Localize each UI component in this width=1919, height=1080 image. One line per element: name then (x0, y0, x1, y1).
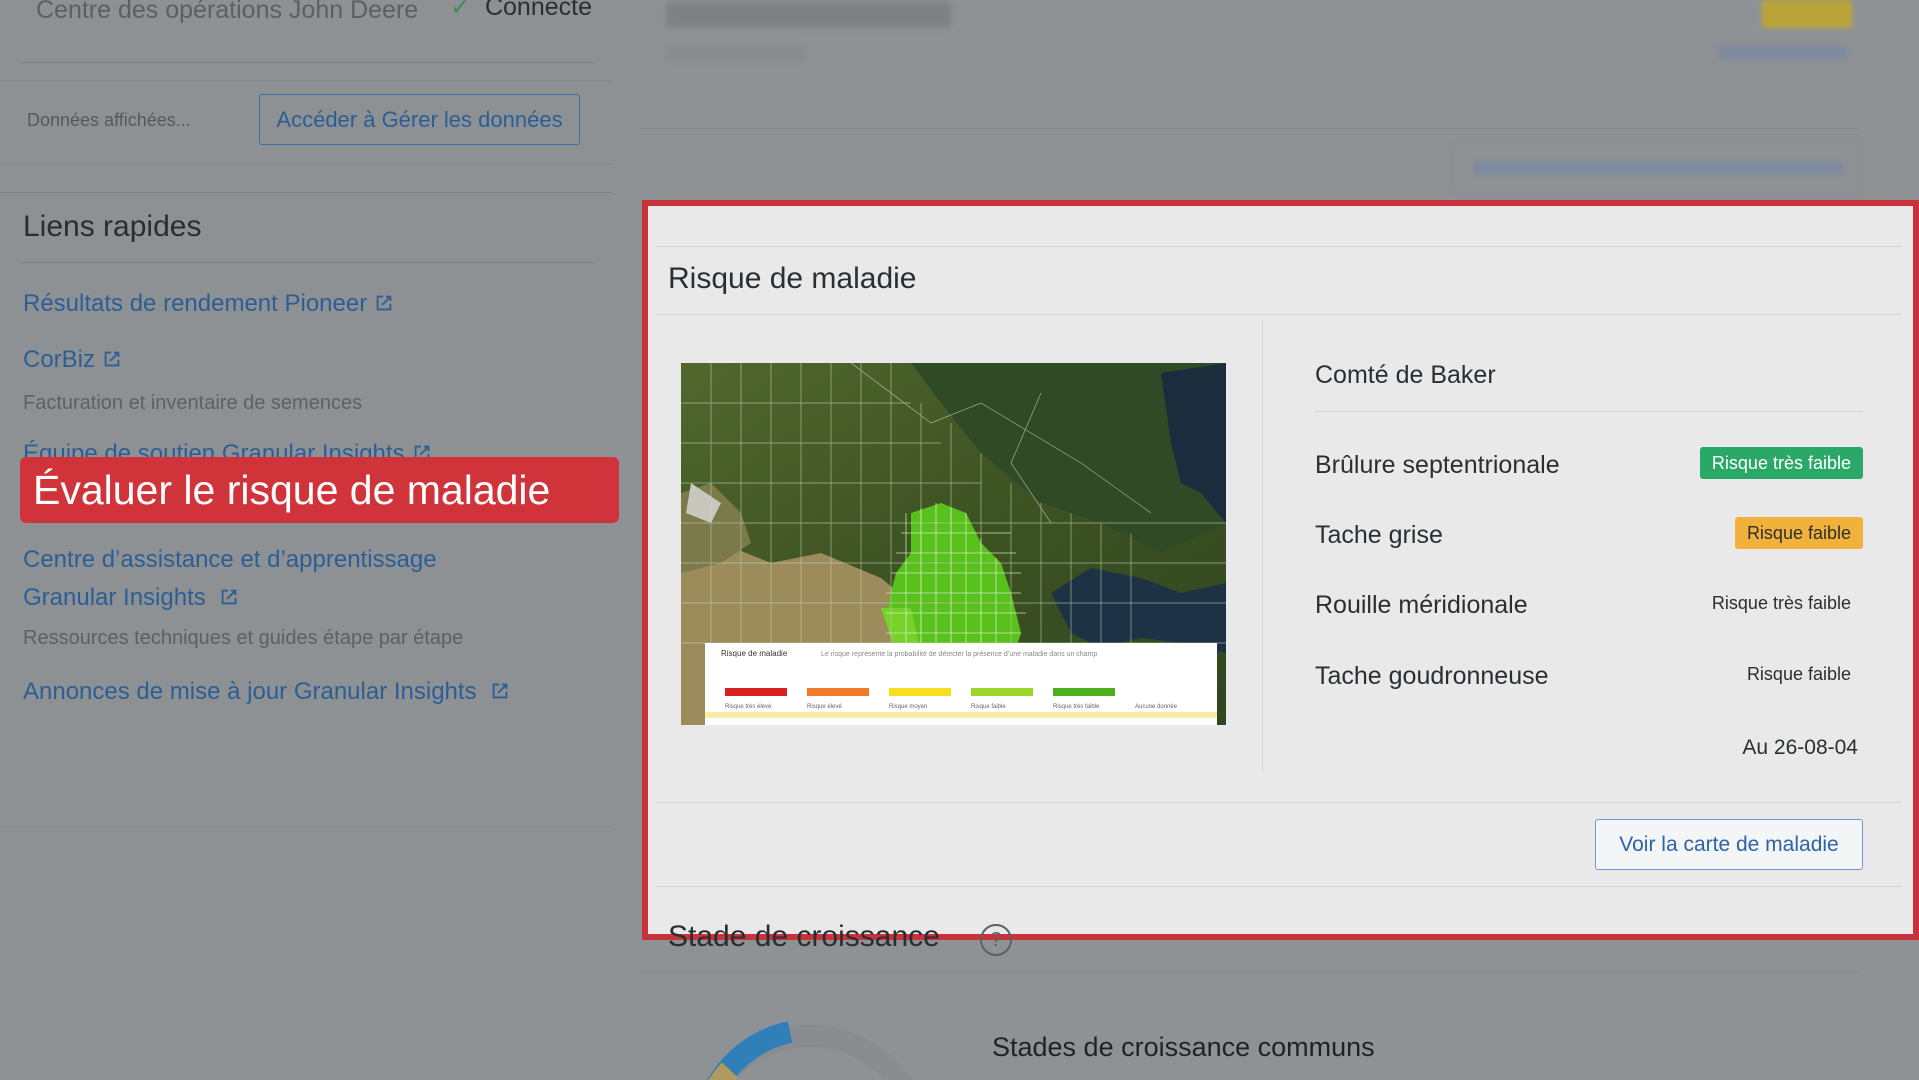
left-panel: Centre des opérations John Deere ✓ Connec… (0, 0, 612, 1080)
divider (0, 163, 612, 164)
map-legend-note: Le risque représente la probabilité de d… (821, 651, 1097, 658)
quick-link-corbiz[interactable]: CorBiz (23, 346, 123, 374)
growth-donut-chart (707, 1021, 912, 1080)
divider (1315, 411, 1863, 412)
legend-label: Aucune donnée (1135, 704, 1178, 710)
legend-swatch-high (807, 688, 869, 696)
quick-link-label: Résultats de rendement Pioneer (23, 290, 368, 317)
external-link-icon (414, 445, 429, 457)
as-of-date: Au 26-08-04 (1742, 736, 1858, 759)
risk-row: Tache grise Risque faible (1315, 517, 1863, 551)
manage-data-button[interactable]: Accéder à Gérer les données (259, 94, 580, 145)
help-icon[interactable]: ? (980, 924, 1012, 956)
divider (0, 826, 612, 827)
quick-links-title: Liens rapides (23, 210, 202, 243)
divider (20, 62, 595, 63)
connection-status: ✓ Connecté (450, 0, 592, 22)
legend-label: Risque très élevé (725, 704, 772, 710)
blurred-badge (1762, 0, 1852, 28)
quick-link-pioneer[interactable]: Résultats de rendement Pioneer (23, 290, 395, 318)
ops-center-label: Centre des opérations John Deere (36, 0, 419, 24)
divider (656, 246, 1901, 247)
map-legend-title: Risque de maladie (721, 649, 788, 658)
quick-link-label: Équipe de soutien Granular Insights (23, 440, 405, 457)
disease-name: Tache goudronneuse (1315, 662, 1549, 690)
divider (1262, 320, 1263, 770)
callout-label: Évaluer le risque de maladie (20, 457, 619, 523)
risk-row: Brûlure septentrionale Risque très faibl… (1315, 447, 1863, 481)
county-name: Comté de Baker (1315, 361, 1496, 389)
legend-swatch-medium (889, 688, 951, 696)
blurred-title (666, 2, 951, 28)
legend-label: Risque moyen (889, 704, 927, 710)
divider (0, 80, 612, 81)
legend-swatch-low (971, 688, 1033, 696)
legend-label: Risque élevé (807, 704, 842, 710)
screen: { "header": { "ops_center": "Centre des … (0, 0, 1919, 1080)
divider (656, 886, 1901, 887)
divider (640, 128, 1860, 129)
external-link-icon (492, 683, 507, 699)
quick-link-support-team[interactable]: Équipe de soutien Granular Insights (23, 440, 433, 457)
divider (656, 802, 1901, 803)
legend-swatch-very-high (725, 688, 787, 696)
map-image: Risque de maladie Le risque représente l… (681, 363, 1226, 725)
legend-label: Risque très faible (1053, 704, 1100, 710)
status-text: Connecté (484, 0, 592, 21)
divider (0, 192, 612, 193)
risk-badge: Risque faible (1746, 664, 1851, 684)
divider (640, 972, 1860, 973)
quick-link-label: Centre d’assistance et d’apprentissage (23, 546, 437, 573)
external-link-icon (104, 351, 120, 367)
quick-link-help-center[interactable]: Centre d’assistance et d’apprentissage G… (23, 541, 437, 617)
risk-badge: Risque faible (1734, 517, 1863, 549)
risk-badge: Risque très faible (1699, 447, 1863, 479)
check-icon: ✓ (450, 0, 471, 21)
legend-label: Risque faible (971, 704, 1006, 710)
disease-risk-map[interactable]: Risque de maladie Le risque représente l… (681, 363, 1226, 725)
disease-risk-title: Risque de maladie (668, 262, 917, 295)
quick-link-description: Facturation et inventaire de semences (23, 392, 363, 414)
risk-badge: Risque très faible (1711, 593, 1851, 613)
external-link-icon (221, 589, 237, 605)
quick-link-label: Granular Insights (23, 584, 206, 611)
quick-link-description: Ressources techniques et guides étape pa… (23, 627, 464, 649)
quick-link-announcements[interactable]: Annonces de mise à jour Granular Insight… (23, 678, 511, 706)
external-link-icon (376, 295, 392, 311)
view-disease-map-button[interactable]: Voir la carte de maladie (1595, 819, 1863, 870)
divider (656, 314, 1901, 315)
blurred-link (1718, 46, 1848, 60)
risk-row: Rouille méridionale Risque très faible (1315, 587, 1863, 621)
legend-swatch-very-low (1053, 688, 1115, 696)
quick-link-label: Annonces de mise à jour Granular Insight… (23, 678, 477, 705)
disease-name: Rouille méridionale (1315, 591, 1528, 619)
quick-link-label: CorBiz (23, 346, 96, 373)
data-shown-label: Données affichées... (27, 110, 191, 130)
risk-row: Tache goudronneuse Risque faible (1315, 658, 1863, 692)
growth-stage-title: Stade de croissance (668, 920, 940, 953)
blurred-button (1452, 142, 1864, 194)
disease-risk-card: Risque de maladie Risque de maladie Le r… (642, 200, 1919, 940)
blurred-subtitle (666, 46, 806, 62)
disease-name: Brûlure septentrionale (1315, 451, 1560, 479)
disease-name: Tache grise (1315, 521, 1443, 549)
divider (20, 262, 595, 263)
growth-stage-subtitle: Stades de croissance communs (992, 1032, 1375, 1062)
